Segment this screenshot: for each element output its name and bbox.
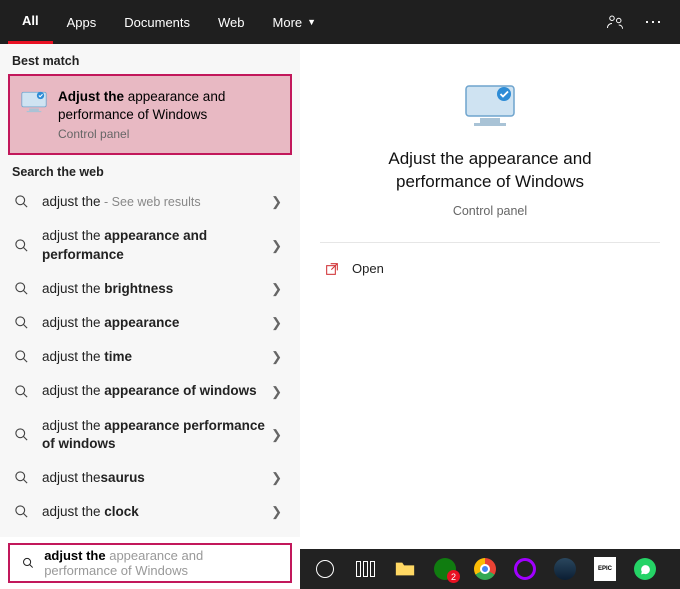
web-suggestion[interactable]: adjust the - See web results❯ [0,185,300,219]
web-suggestion[interactable]: adjust thesaurus❯ [0,461,300,495]
search-icon [14,384,30,400]
chevron-right-icon: ❯ [271,281,282,297]
chevron-right-icon: ❯ [271,194,282,210]
search-icon [14,194,30,210]
web-suggestion[interactable]: adjust the time❯ [0,340,300,374]
tab-documents[interactable]: Documents [110,0,204,44]
tab-all[interactable]: All [8,0,53,44]
search-icon [14,349,30,365]
chevron-right-icon: ❯ [271,470,282,486]
whatsapp-icon[interactable] [626,553,664,585]
tab-apps[interactable]: Apps [53,0,111,44]
tab-web[interactable]: Web [204,0,259,44]
search-icon [14,504,30,520]
web-suggestion[interactable]: adjust the clock❯ [0,495,300,529]
preview-subtitle: Control panel [320,204,660,218]
search-icon [14,470,30,486]
chevron-right-icon: ❯ [271,315,282,331]
best-match-subtitle: Control panel [58,127,280,141]
suggestion-text: adjust the clock [42,503,271,521]
search-scope-tabs: All Apps Documents Web More▼ ⋯ [0,0,680,44]
web-suggestion[interactable]: adjust the appearance of windows❯ [0,374,300,408]
opera-icon[interactable] [506,553,544,585]
divider [320,242,660,243]
chevron-right-icon: ❯ [271,384,282,400]
chevron-right-icon: ❯ [271,504,282,520]
chevron-right-icon: ❯ [271,427,282,443]
search-icon [14,315,30,331]
suggestion-text: adjust thesaurus [42,469,271,487]
web-suggestions: adjust the - See web results❯adjust the … [0,185,300,537]
suggestion-text: adjust the appearance and performance [42,227,271,263]
best-match-title: Adjust the appearance and performance of… [58,88,280,123]
web-suggestion[interactable]: adjust the appearance and performance❯ [0,219,300,271]
web-suggestion[interactable]: adjust the appearance performance of win… [0,409,300,461]
preview-monitor-icon [462,82,518,130]
task-view-icon[interactable] [346,553,384,585]
chevron-right-icon: ❯ [271,349,282,365]
suggestion-text: adjust the appearance [42,314,271,332]
suggestion-text: adjust the - See web results [42,193,271,211]
web-suggestion[interactable]: adjust the appearance❯ [0,306,300,340]
best-match-header: Best match [0,44,300,74]
web-suggestion[interactable]: adjust the brightness❯ [0,272,300,306]
search-icon [14,427,30,443]
suggestion-text: adjust the time [42,348,271,366]
suggestion-text: adjust the appearance performance of win… [42,417,271,453]
best-match-result[interactable]: Adjust the appearance and performance of… [8,74,292,155]
search-web-header: Search the web [0,155,300,185]
xbox-icon[interactable] [426,553,464,585]
epic-icon[interactable]: EPIC [586,553,624,585]
options-icon[interactable]: ⋯ [634,0,672,44]
search-icon [22,555,34,571]
chrome-icon[interactable] [466,553,504,585]
suggestion-text: adjust the brightness [42,280,271,298]
search-icon [14,281,30,297]
search-typed-text: adjust the [44,548,109,563]
open-icon [324,261,340,277]
tab-more[interactable]: More▼ [259,0,331,44]
chevron-right-icon: ❯ [271,238,282,254]
open-action[interactable]: Open [320,255,660,283]
steam-icon[interactable] [546,553,584,585]
open-label: Open [352,261,384,276]
file-explorer-icon[interactable] [386,553,424,585]
preview-title: Adjust the appearance and performance of… [320,148,660,194]
search-icon [14,238,30,254]
feedback-icon[interactable] [596,0,634,44]
monitor-check-icon [20,88,48,116]
suggestion-text: adjust the appearance of windows [42,382,271,400]
search-input[interactable]: adjust the appearance and performance of… [8,543,292,583]
taskbar: EPIC [300,549,680,589]
cortana-icon[interactable] [306,553,344,585]
